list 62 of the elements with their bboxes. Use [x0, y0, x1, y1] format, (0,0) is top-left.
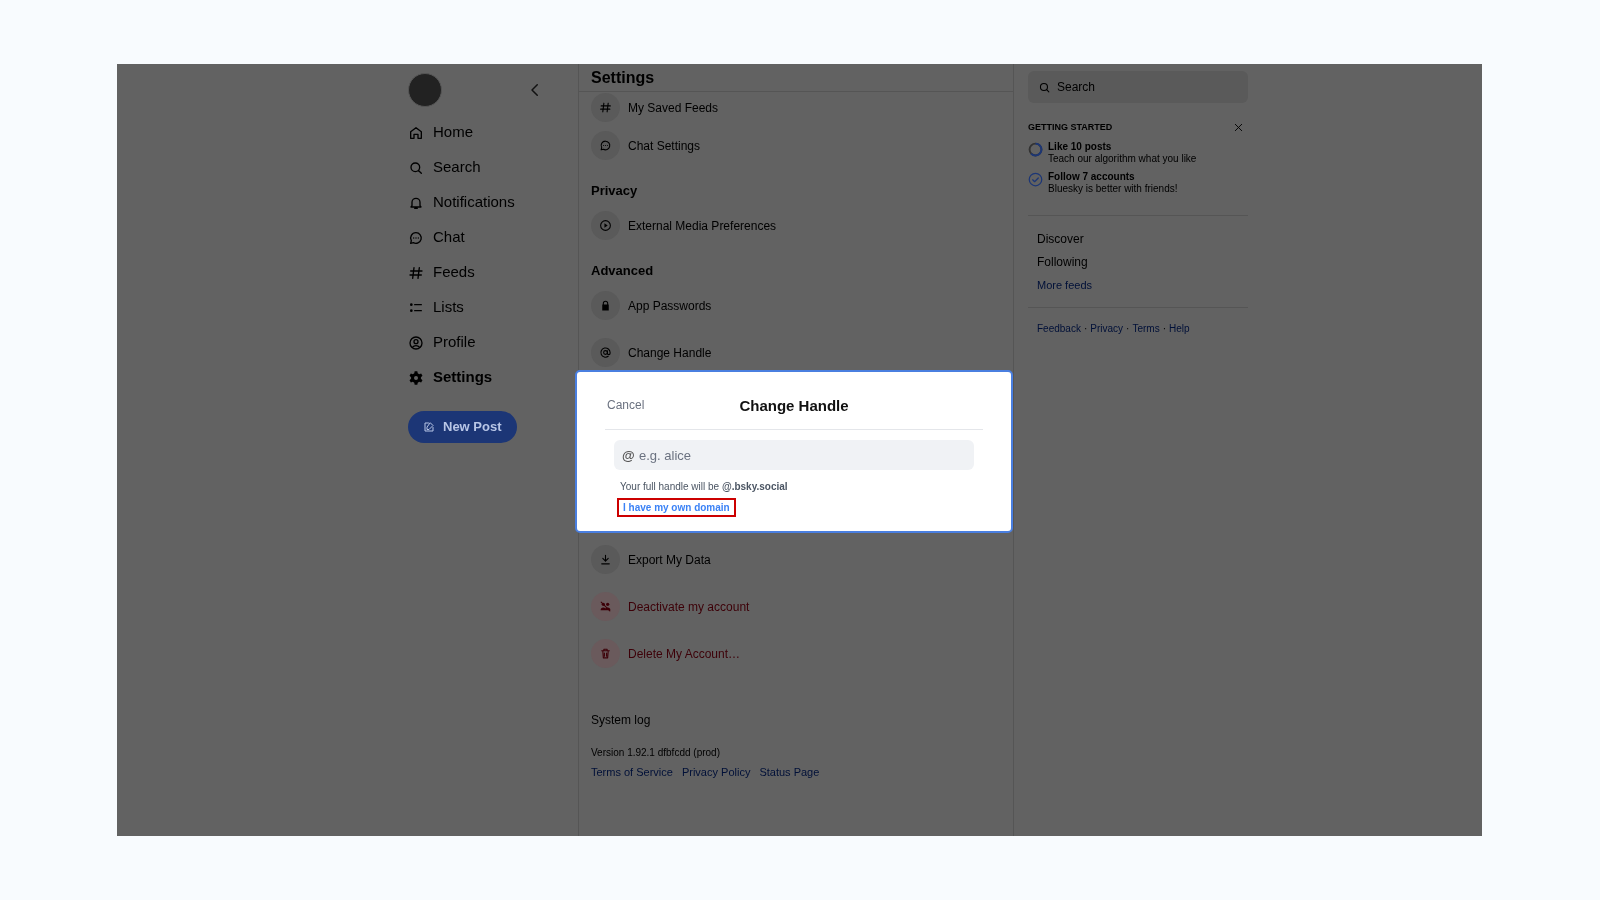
settings-row[interactable]: Deactivate my account — [591, 583, 1001, 630]
footer-link[interactable]: Privacy — [1090, 321, 1124, 336]
task-title: Follow 7 accounts — [1048, 170, 1136, 183]
separator-dot: · — [1083, 322, 1088, 336]
footer-link[interactable]: Feedback — [1037, 321, 1081, 336]
section-heading: Advanced — [591, 261, 654, 280]
edit-icon — [423, 421, 435, 433]
person-circle-icon — [408, 334, 424, 351]
footer-link[interactable]: Help — [1169, 321, 1190, 336]
card-heading: GETTING STARTED — [1028, 121, 1113, 134]
separator-dot: · — [1162, 322, 1166, 336]
new-post-button[interactable]: New Post — [408, 411, 517, 443]
nav-item[interactable]: Lists — [408, 290, 568, 325]
avatar[interactable] — [408, 73, 442, 107]
home-icon — [408, 124, 424, 141]
hash-icon — [591, 93, 620, 122]
settings-row[interactable]: External Media Preferences — [591, 202, 1001, 249]
footer-link[interactable]: Privacy Policy — [681, 764, 751, 781]
system-log-link[interactable]: System log — [591, 711, 1001, 729]
nav-item[interactable]: Profile — [408, 325, 568, 360]
page-title: Settings — [591, 67, 655, 88]
nav-item[interactable]: Home — [408, 115, 568, 150]
cancel-button[interactable]: Cancel — [607, 396, 645, 414]
task-subtitle: Teach our algorithm what you like — [1048, 152, 1197, 165]
settings-row[interactable]: Export My Data — [591, 536, 1001, 583]
speech-bubble-icon — [591, 131, 620, 160]
search-field[interactable]: Search — [1028, 71, 1248, 103]
nav-item[interactable]: Chat — [408, 220, 568, 255]
feed-link[interactable]: Discover — [1037, 229, 1239, 253]
more-feeds-link[interactable]: More feeds — [1037, 276, 1239, 293]
at-prefix: @ — [622, 447, 635, 465]
nav-item[interactable]: Feeds — [408, 255, 568, 290]
settings-icon — [408, 369, 424, 386]
footer-link[interactable]: Terms of Service — [591, 764, 673, 781]
settings-row[interactable]: My Saved Feeds — [591, 93, 1001, 122]
settings-row[interactable]: Delete My Account… — [591, 630, 1001, 677]
own-domain-link[interactable]: I have my own domain — [617, 498, 736, 517]
at-sign-icon — [591, 338, 620, 367]
task-title: Like 10 posts — [1048, 140, 1113, 153]
download-icon — [591, 545, 620, 574]
lock-icon — [591, 291, 620, 320]
nav-item[interactable]: Search — [408, 150, 568, 185]
footer-link[interactable]: Status Page — [759, 764, 820, 781]
settings-row[interactable]: Change Handle — [591, 329, 1001, 376]
speech-bubble-icon — [408, 229, 424, 246]
footer-link[interactable]: Terms — [1132, 321, 1160, 336]
handle-hint: Your full handle will be @.bsky.social — [620, 480, 789, 494]
hash-icon — [408, 264, 424, 281]
dialog-title: Change Handle — [739, 396, 849, 417]
version-text: Version 1.92.1 dfbfcdd (prod) — [591, 746, 721, 760]
task-subtitle: Bluesky is better with friends! — [1048, 182, 1178, 195]
settings-row[interactable]: App Passwords — [591, 282, 1001, 329]
feed-link[interactable]: Following — [1037, 252, 1239, 276]
nav-item[interactable]: Settings — [408, 360, 568, 395]
search-icon — [408, 159, 424, 176]
close-icon[interactable] — [1233, 122, 1244, 134]
section-heading: Privacy — [591, 181, 638, 200]
trash-icon — [591, 639, 620, 668]
separator-dot: · — [1126, 322, 1130, 336]
settings-row[interactable]: Chat Settings — [591, 122, 1001, 169]
nav-item[interactable]: Notifications — [408, 185, 568, 220]
people-crossed-icon — [591, 592, 620, 621]
